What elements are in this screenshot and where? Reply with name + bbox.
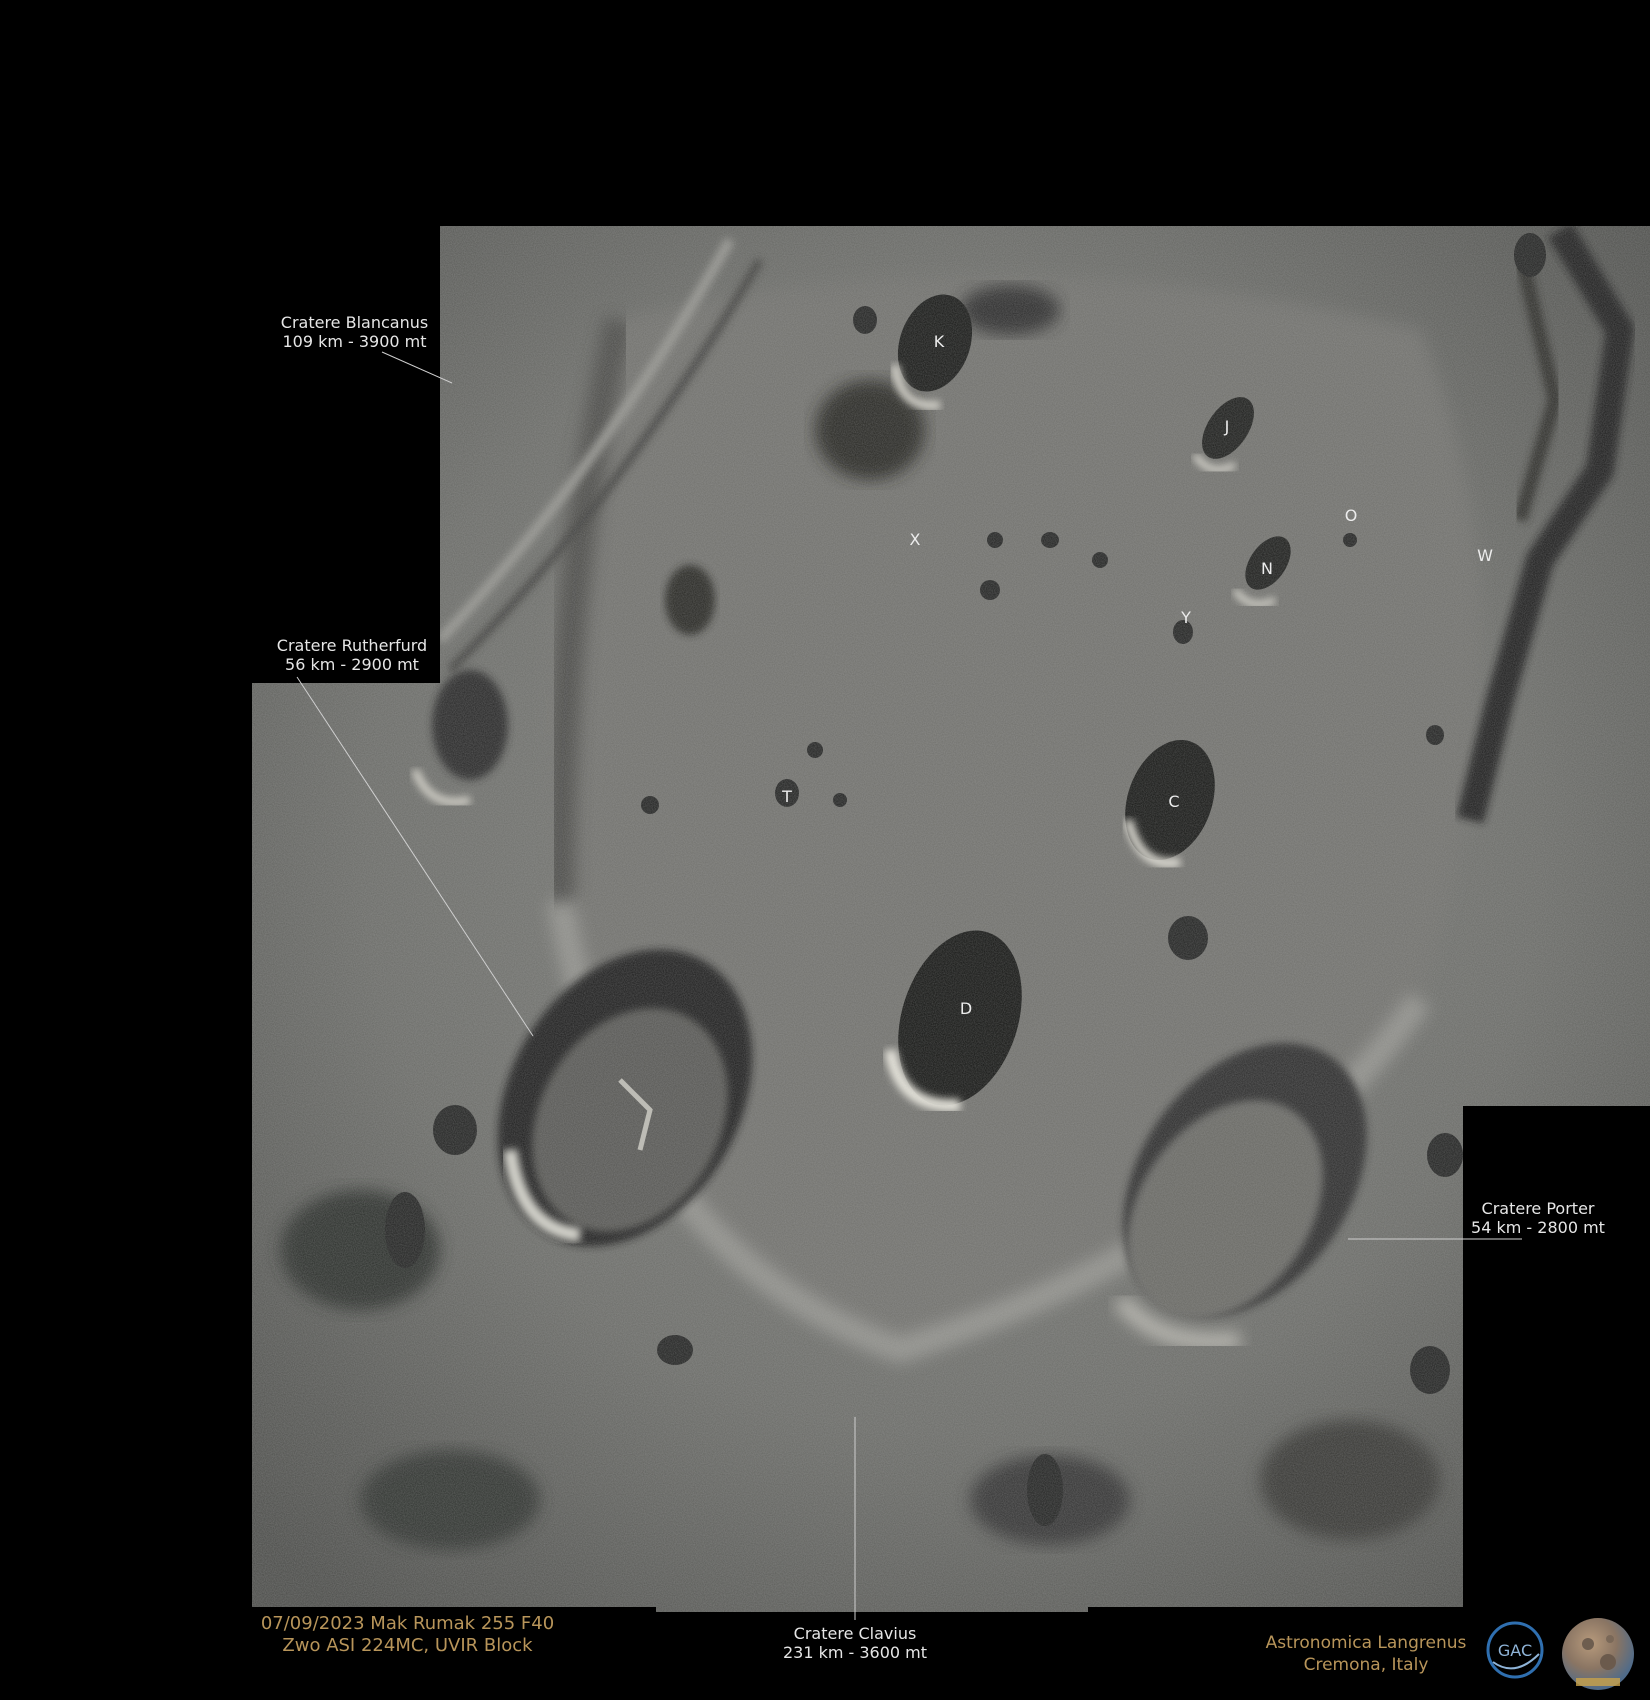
gac-logo-text: GAC (1498, 1641, 1532, 1660)
blancanus-label: Cratere Blancanus 109 km - 3900 mt (262, 313, 447, 351)
rutherfurd-size: 56 km - 2900 mt (285, 655, 419, 674)
moon-photograph (252, 226, 1650, 1620)
crater-letter-w: W (1477, 546, 1493, 565)
equipment-line-2: Zwo ASI 224MC, UVIR Block (282, 1635, 533, 1656)
crater-letter-n: N (1261, 559, 1273, 578)
equipment-line-1: 07/09/2023 Mak Rumak 255 F40 (260, 1613, 555, 1634)
blancanus-size: 109 km - 3900 mt (282, 332, 427, 351)
blancanus-name: Cratere Blancanus (280, 313, 429, 332)
crater-letter-k: K (933, 332, 945, 351)
clavius-size: 231 km - 3600 mt (782, 1643, 928, 1662)
crater-letter-o: O (1344, 506, 1358, 525)
crater-letter-d: D (959, 999, 973, 1018)
rutherfurd-name: Cratere Rutherfurd (276, 636, 428, 655)
organization-location: Cremona, Italy (1303, 1655, 1429, 1675)
rutherfurd-label: Cratere Rutherfurd 56 km - 2900 mt (262, 636, 442, 674)
moon-logo (1562, 1618, 1634, 1690)
organization-credit: Astronomica Langrenus Cremona, Italy (1255, 1632, 1477, 1676)
crater-letter-c: C (1168, 792, 1180, 811)
porter-label: Cratere Porter 54 km - 2800 mt (1468, 1199, 1608, 1237)
organization-name: Astronomica Langrenus (1265, 1633, 1467, 1653)
crater-letter-t: T (782, 787, 792, 806)
gac-logo: GAC (1486, 1621, 1544, 1679)
porter-size: 54 km - 2800 mt (1471, 1218, 1605, 1237)
clavius-name: Cratere Clavius (793, 1624, 917, 1643)
porter-name: Cratere Porter (1481, 1199, 1595, 1218)
clavius-label: Cratere Clavius 231 km - 3600 mt (760, 1624, 950, 1662)
crater-letter-y: Y (1181, 608, 1191, 627)
equipment-credit: 07/09/2023 Mak Rumak 255 F40 Zwo ASI 224… (250, 1613, 565, 1657)
crater-letter-j: J (1224, 417, 1230, 436)
crater-letter-x: X (909, 530, 921, 549)
